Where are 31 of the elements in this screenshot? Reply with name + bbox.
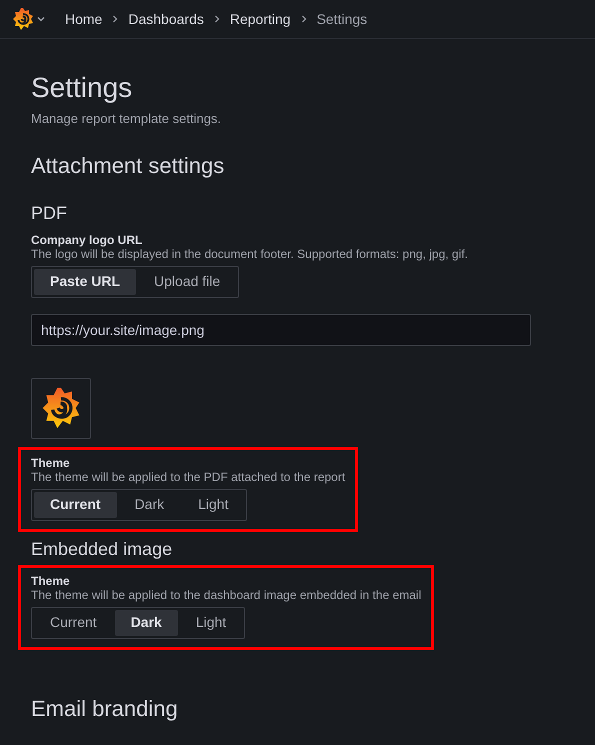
breadcrumb-link[interactable]: Reporting [230,8,291,30]
section-heading: Attachment settings [31,152,226,180]
breadcrumb-current: Settings [316,10,368,29]
segment-option[interactable]: Upload file [138,268,236,294]
url-input-field[interactable]: https://your.site/image.png [31,314,531,346]
segment-option[interactable]: Dark [114,610,178,636]
breadcrumb-link[interactable]: Home [65,8,102,30]
breadcrumb-link[interactable]: Dashboards [128,8,204,30]
field-description: The theme will be applied to the PDF attached to the report [31,470,346,484]
page-title: Settings [31,71,134,105]
segment-option[interactable]: Light [180,610,242,636]
subsection-heading: Embedded image [31,538,174,561]
page-subtitle: Manage report template settings. [31,110,222,128]
spiral-gear-icon[interactable] [12,7,34,31]
chevron-down-icon[interactable] [37,16,45,22]
segment-option[interactable]: Current [34,610,113,636]
chevron-right-icon [300,15,307,23]
field-description: The theme will be applied to the dashboard image embedded in the email [31,588,422,602]
chevron-right-icon [214,15,220,23]
field-label: Theme [31,456,71,470]
field-description: The logo will be displayed in the document footer. Supported formats: png, jpg, gif. [31,248,469,260]
spiral-gear-icon [40,386,82,430]
chevron-right-icon [112,15,118,23]
segment-option[interactable]: Light [182,492,244,518]
segment-option[interactable]: Dark [118,492,180,518]
segment-option[interactable]: Current [34,492,117,518]
subsection-heading: PDF [31,202,68,224]
field-label: Theme [31,574,71,588]
section-heading: Email branding [31,694,179,723]
field-label: Company logo URL [31,232,144,248]
segment-option[interactable]: Paste URL [34,268,136,294]
